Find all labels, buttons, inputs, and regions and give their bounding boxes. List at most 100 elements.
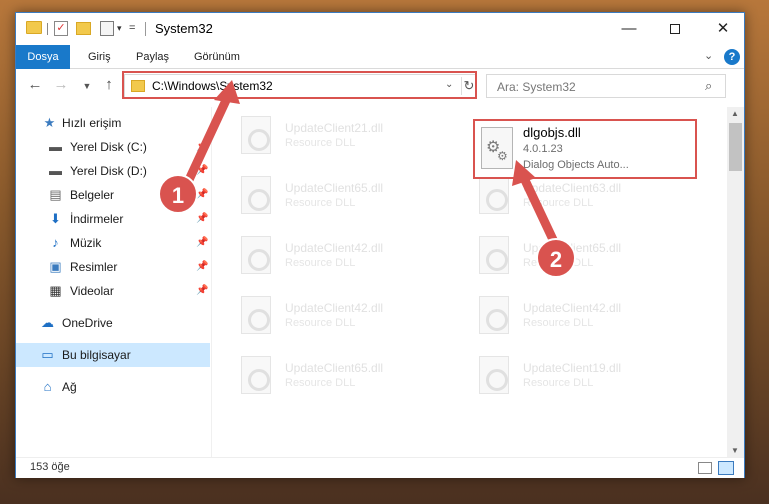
help-icon[interactable]: ? bbox=[724, 49, 740, 65]
refresh-icon[interactable]: ↻ bbox=[461, 77, 476, 95]
new-folder-icon[interactable] bbox=[76, 22, 91, 35]
file-description: Resource DLL bbox=[523, 197, 594, 209]
list-item[interactable]: UpdateClient42.dll Resource DLL bbox=[213, 231, 443, 281]
dll-file-icon bbox=[479, 356, 509, 394]
file-name: UpdateClient19.dll bbox=[523, 361, 622, 375]
address-bar[interactable]: C:\Windows\System32 ⌄ ↻ bbox=[124, 74, 476, 98]
maximize-icon bbox=[670, 24, 680, 35]
sidebar-item-label: Yerel Disk (D:) bbox=[70, 164, 147, 178]
dll-file-icon bbox=[241, 236, 271, 274]
scroll-down-icon[interactable]: ▼ bbox=[731, 446, 739, 455]
file-description: Resource DLL bbox=[523, 317, 594, 329]
sidebar-item-label: İndirmeler bbox=[70, 212, 124, 226]
up-button[interactable]: ↑ bbox=[98, 76, 120, 93]
pin-icon[interactable]: 📌 bbox=[196, 135, 208, 159]
highlighted-file-dlgobjs[interactable]: ⚙ ⚙ dlgobjs.dll 4.0.1.23 Dialog Objects … bbox=[473, 119, 697, 179]
tab-file[interactable]: Dosya bbox=[16, 45, 70, 69]
pin-icon[interactable]: 📌 bbox=[196, 255, 208, 279]
recent-locations-icon[interactable]: ▼ bbox=[76, 81, 98, 91]
dll-file-icon bbox=[479, 296, 509, 334]
scroll-thumb[interactable] bbox=[729, 123, 742, 171]
sidebar-item-videos[interactable]: ▦ Videolar 📌 bbox=[16, 279, 210, 303]
quick-access-dropdown-icon[interactable]: ▾ bbox=[117, 23, 122, 34]
onedrive-icon: ☁ bbox=[41, 315, 54, 330]
file-explorer-window: ✓ ▾ = System32 — ✕ Dosya Giriş Paylaş Gö… bbox=[15, 12, 745, 478]
sidebar-item-label: Videolar bbox=[70, 284, 114, 298]
sidebar-item-onedrive[interactable]: ☁ OneDrive bbox=[16, 311, 210, 335]
address-path[interactable]: C:\Windows\System32 bbox=[152, 79, 273, 93]
documents-icon: ▤ bbox=[49, 187, 62, 202]
scroll-up-icon[interactable]: ▲ bbox=[731, 109, 739, 118]
sidebar-item-pictures[interactable]: ▣ Resimler 📌 bbox=[16, 255, 210, 279]
ribbon-tabs: Dosya Giriş Paylaş Görünüm ⌄ ? bbox=[16, 45, 744, 69]
tab-home[interactable]: Giriş bbox=[76, 45, 123, 69]
list-item[interactable]: UpdateClient65.dll Resource DLL bbox=[213, 171, 443, 221]
file-description: Resource DLL bbox=[285, 137, 356, 149]
pictures-icon: ▣ bbox=[49, 259, 62, 274]
sidebar-item-label: Bu bilgisayar bbox=[62, 348, 131, 362]
file-description: Resource DLL bbox=[285, 377, 356, 389]
window-title: System32 bbox=[155, 21, 213, 36]
properties-check-icon[interactable]: ✓ bbox=[54, 21, 68, 36]
customize-toolbar-icon[interactable]: = bbox=[129, 22, 135, 34]
properties-icon[interactable] bbox=[100, 21, 114, 36]
sidebar-item-label: OneDrive bbox=[62, 316, 113, 330]
list-item[interactable]: UpdateClient42.dll Resource DLL bbox=[451, 291, 681, 341]
address-dropdown-icon[interactable]: ⌄ bbox=[445, 79, 453, 90]
pin-icon[interactable]: 📌 bbox=[196, 207, 208, 231]
file-description: Resource DLL bbox=[285, 257, 356, 269]
tab-share[interactable]: Paylaş bbox=[124, 45, 181, 69]
dll-file-icon bbox=[479, 176, 509, 214]
folder-icon bbox=[131, 80, 145, 92]
search-icon[interactable]: ⌕ bbox=[705, 78, 712, 94]
list-item[interactable]: UpdateClient42.dll Resource DLL bbox=[213, 291, 443, 341]
file-name: UpdateClient42.dll bbox=[285, 301, 384, 315]
forward-button[interactable]: → bbox=[50, 76, 72, 93]
dll-file-icon: ⚙ ⚙ bbox=[481, 127, 513, 169]
search-box[interactable]: Ara: System32 ⌕ bbox=[486, 74, 726, 98]
large-icons-view-icon[interactable] bbox=[718, 461, 734, 475]
minimize-button[interactable]: — bbox=[606, 13, 652, 44]
list-item[interactable]: UpdateClient21.dll Resource DLL bbox=[213, 111, 443, 161]
sidebar-item-network[interactable]: ⌂ Ağ bbox=[16, 375, 210, 399]
file-name: UpdateClient63.dll bbox=[523, 181, 622, 195]
back-button[interactable]: ← bbox=[24, 76, 46, 93]
list-item[interactable]: UpdateClient19.dll Resource DLL bbox=[451, 351, 681, 401]
download-icon: ⬇ bbox=[50, 211, 61, 226]
sidebar-item-label: Yerel Disk (C:) bbox=[70, 140, 147, 154]
file-name: UpdateClient65.dll bbox=[285, 181, 384, 195]
close-button[interactable]: ✕ bbox=[700, 13, 746, 44]
music-icon: ♪ bbox=[52, 235, 59, 250]
dll-file-icon bbox=[241, 176, 271, 214]
network-icon: ⌂ bbox=[43, 379, 52, 394]
tab-view[interactable]: Görünüm bbox=[182, 45, 252, 69]
step-badge-2: 2 bbox=[536, 238, 576, 278]
vertical-scrollbar[interactable]: ▲ ▼ bbox=[727, 107, 744, 457]
file-description: Dialog Objects Auto... bbox=[523, 159, 629, 171]
sidebar-item-this-pc[interactable]: ▭ Bu bilgisayar bbox=[16, 343, 210, 367]
computer-icon: ▭ bbox=[41, 347, 54, 362]
videos-icon: ▦ bbox=[49, 283, 62, 298]
quick-access-folder-icon[interactable] bbox=[26, 21, 42, 34]
sidebar-item-music[interactable]: ♪ Müzik 📌 bbox=[16, 231, 210, 255]
sidebar-item-label: Hızlı erişim bbox=[62, 116, 122, 130]
pin-icon[interactable]: 📌 bbox=[196, 231, 208, 255]
file-list: UpdateClient21.dll Resource DLL UpdateCl… bbox=[213, 107, 726, 457]
dll-file-icon bbox=[241, 296, 271, 334]
file-name: dlgobjs.dll bbox=[523, 125, 581, 140]
drive-icon: ▬ bbox=[49, 139, 62, 154]
pin-icon[interactable]: 📌 bbox=[196, 159, 208, 183]
sidebar-item-label: Ağ bbox=[62, 380, 77, 394]
sidebar-item-disk-c[interactable]: ▬ Yerel Disk (C:) 📌 bbox=[16, 135, 210, 159]
ribbon-expand-icon[interactable]: ⌄ bbox=[704, 49, 713, 62]
search-input[interactable]: Ara: System32 bbox=[497, 80, 576, 94]
navigation-bar: ← → ▼ ↑ C:\Windows\System32 ⌄ ↻ Ara: Sys… bbox=[16, 70, 744, 102]
sidebar-item-quick-access[interactable]: ★ Hızlı erişim bbox=[16, 111, 210, 135]
navigation-pane: ★ Hızlı erişim ▬ Yerel Disk (C:) 📌 ▬ Yer… bbox=[16, 107, 212, 457]
maximize-button[interactable] bbox=[652, 13, 698, 44]
details-view-icon[interactable] bbox=[698, 462, 712, 474]
file-name: UpdateClient21.dll bbox=[285, 121, 384, 135]
pin-icon[interactable]: 📌 bbox=[196, 279, 208, 303]
list-item[interactable]: UpdateClient65.dll Resource DLL bbox=[213, 351, 443, 401]
pane-divider bbox=[211, 107, 212, 457]
